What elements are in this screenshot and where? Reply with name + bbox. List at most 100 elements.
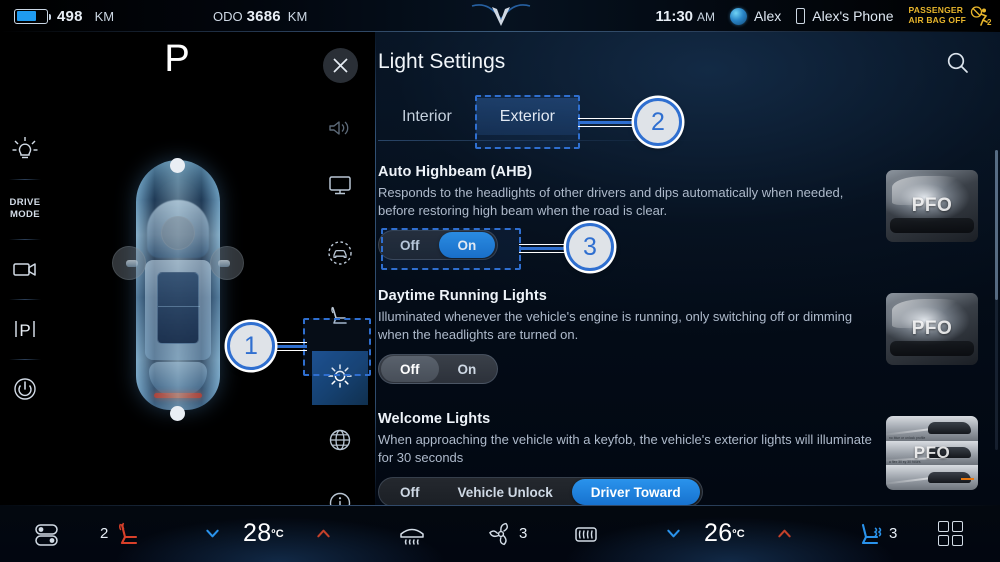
driver-temperature[interactable]: 28 ºC [243,519,284,548]
driver-seat-heater[interactable]: 2 [100,519,146,549]
phone-icon [796,8,806,24]
fan-level: 3 [519,525,528,542]
close-icon [333,58,348,73]
headlight-icon [12,136,38,158]
climate-settings-button[interactable] [30,518,62,550]
connected-phone[interactable]: Alex's Phone [796,8,894,24]
apps-button[interactable] [938,521,963,546]
settings-category-rail [305,32,375,505]
category-display[interactable] [305,159,375,215]
driver-temp-value: 28 [243,519,272,547]
tab-exterior[interactable]: Exterior [475,98,579,135]
rear-light-indicator[interactable] [169,406,185,421]
rear-defrost-icon [575,526,597,542]
setting-title: Daytime Running Lights [378,288,547,304]
apps-grid-icon [938,521,963,546]
passenger-airbag-status: PASSENGER AIR BAG OFF 2 [909,5,992,26]
chevron-up-icon [778,529,791,538]
passenger-temperature[interactable]: 26 ºC [704,519,745,548]
passenger-temp-value: 26 [704,519,733,547]
annotation-line-3 [519,244,567,253]
rail-item-lights[interactable] [0,119,50,179]
annotation-marker-3: 3 [566,223,614,271]
car-top-view[interactable] [111,158,244,421]
category-info[interactable] [305,477,375,505]
rail-item-drive-mode[interactable]: DRIVE MODE [0,178,50,239]
fan-speed-control[interactable]: 3 [486,520,527,548]
rail-item-camera[interactable] [0,238,50,299]
info-icon [327,490,353,505]
tab-interior[interactable]: Interior [378,98,476,135]
odometer: ODO 3686 KM [213,8,307,25]
search-button[interactable] [945,50,971,81]
drive-mode-label: DRIVE MODE [9,197,41,220]
airbag-off-icon: 2 [970,6,992,26]
setting-description: Illuminated whenever the vehicle's engin… [378,309,853,342]
setting-title: Auto Highbeam (AHB) [378,164,533,180]
odometer-label: ODO [213,8,243,24]
globe-icon [327,427,353,458]
seat-icon [326,303,354,334]
door-indicator-left[interactable] [111,246,146,280]
monitor-icon [327,173,353,202]
front-defrost-icon [400,528,424,545]
chevron-up-icon [317,529,330,538]
category-connectivity[interactable] [305,414,375,470]
status-bar: 498 KM ODO 3686 KM 11:30 AM Alex Alex's … [0,0,1000,32]
setting-description: Responds to the headlights of other driv… [378,185,844,218]
ahb-option-on[interactable]: On [438,232,496,259]
page-title: Light Settings [378,50,506,73]
panel-scrollbar[interactable] [995,150,998,450]
profile-name: Alex [754,8,782,24]
front-light-indicator[interactable] [169,158,185,173]
rail-item-power[interactable] [0,358,50,419]
category-driving-assist[interactable] [305,227,375,283]
range-value: 498 [57,7,83,25]
driver-temp-down-button[interactable] [205,526,220,541]
driver-temp-up-button[interactable] [316,526,331,541]
camera-icon [13,262,36,276]
welcome-option-driver-toward[interactable]: Driver Toward [571,479,700,506]
category-sound[interactable] [305,102,375,158]
rear-defrost-button[interactable] [570,521,602,547]
passenger-temp-down-button[interactable] [666,526,681,541]
clock: 11:30 AM [655,8,715,25]
welcome-option-off[interactable]: Off [381,479,439,505]
front-defrost-button[interactable] [396,521,428,547]
driver-seat-level: 2 [100,525,109,542]
drl-toggle[interactable]: Off On [378,354,499,385]
driver-temp-unit: ºC [271,527,284,540]
category-seat[interactable] [305,290,375,346]
close-button[interactable] [323,48,358,83]
car-sensor-icon [326,239,354,272]
category-light[interactable] [305,350,375,406]
user-profile[interactable]: Alex [730,7,782,25]
sunroof [156,272,200,344]
vehicle-quick-rail: DRIVE MODE P [0,32,50,505]
drl-option-off[interactable]: Off [381,356,439,383]
welcome-option-vehicle-unlock[interactable]: Vehicle Unlock [439,479,572,505]
drl-option-on[interactable]: On [439,356,496,382]
chevron-down-icon [667,529,680,538]
settings-toggle-icon [35,523,58,546]
door-indicator-right[interactable] [209,246,244,280]
rail-item-parking[interactable]: P [0,298,50,359]
chevron-down-icon [206,529,219,538]
ahb-option-off[interactable]: Off [381,232,439,258]
svg-text:P: P [19,321,30,340]
passenger-seat-ventilation[interactable]: 3 [855,519,897,549]
passenger-temp-up-button[interactable] [777,526,792,541]
welcome-lights-toggle[interactable]: Off Vehicle Unlock Driver Toward [378,477,703,508]
range-indicator: 498 KM [14,8,114,25]
hood-indicator[interactable] [160,216,195,250]
passenger-temp-unit: ºC [732,527,745,540]
power-icon [14,377,36,400]
gear-indicator: P [164,38,191,80]
setting-daytime-running-lights: Daytime Running Lights Illuminated whene… [378,288,878,385]
odometer-value: 3686 [246,7,281,25]
annotation-marker-2: 2 [634,98,682,146]
taillight [153,393,202,398]
speaker-icon [327,117,353,144]
auto-highbeam-toggle[interactable]: Off On [378,230,499,261]
svg-text:2: 2 [987,18,992,26]
